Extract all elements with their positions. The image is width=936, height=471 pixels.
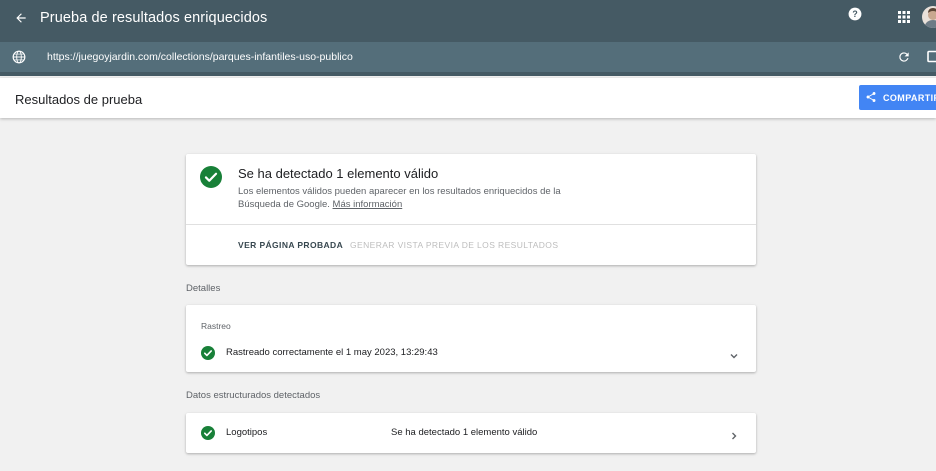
summary-heading: Se ha detectado 1 elemento válido [238,166,439,181]
check-circle-icon [201,426,215,440]
avatar[interactable] [922,6,936,28]
chevron-right-icon[interactable] [729,428,739,440]
arrow-left-icon[interactable] [11,8,31,28]
structured-data-section-label: Datos estructurados detectados [186,390,321,401]
crawl-label: Rastreo [201,321,231,331]
structured-data-card[interactable]: Logotipos Se ha detectado 1 elemento vál… [186,413,756,453]
structured-item-name: Logotipos [226,427,268,438]
details-section-label: Detalles [186,283,221,294]
url-bar: https://juegoyjardin.com/collections/par… [0,42,936,72]
summary-description: Los elementos válidos pueden aparecer en… [238,185,578,211]
page-title: Resultados de prueba [15,92,143,107]
crawl-status: Rastreado correctamente el 1 may 2023, 1… [226,347,438,358]
globe-icon [12,50,26,64]
refresh-icon[interactable] [897,50,911,64]
check-circle-icon [201,346,215,360]
device-icon[interactable] [927,50,936,64]
chevron-down-icon[interactable] [729,348,739,359]
details-card[interactable]: Rastreo Rastreado correctamente el 1 may… [186,305,756,372]
help-icon[interactable]: ? [848,7,862,21]
tested-url[interactable]: https://juegoyjardin.com/collections/par… [47,51,353,63]
share-label: COMPARTIR [883,92,936,103]
view-tested-page-button[interactable]: VER PÁGINA PROBADA [238,240,343,250]
summary-card: Se ha detectado 1 elemento válido Los el… [186,154,756,265]
share-button[interactable]: COMPARTIR [859,85,936,110]
more-info-link[interactable]: Más información [333,199,403,210]
svg-text:?: ? [852,9,857,19]
preview-results-button[interactable]: GENERAR VISTA PREVIA DE LOS RESULTADOS [350,240,558,250]
results-header: Resultados de prueba [0,78,936,118]
structured-item-status: Se ha detectado 1 elemento válido [391,427,538,438]
divider [186,224,756,225]
app-title: Prueba de resultados enriquecidos [40,10,268,26]
apps-grid-icon[interactable] [897,10,911,24]
share-icon [865,91,877,105]
check-circle-icon [200,166,222,188]
